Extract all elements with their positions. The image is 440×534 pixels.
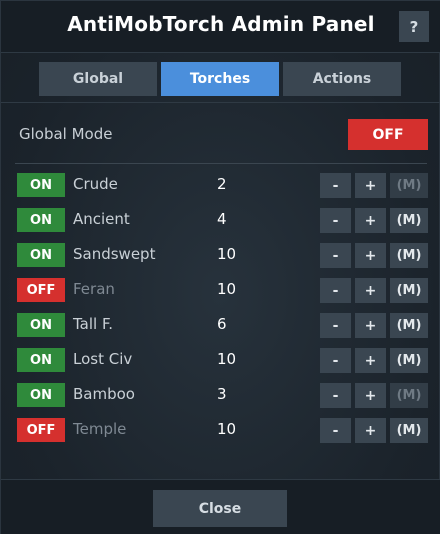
max-button[interactable]: (M) (390, 348, 428, 373)
torch-row: ON Crude 2 - + (M) (1, 169, 440, 204)
torch-name: Sandswept (73, 245, 156, 263)
torch-row: ON Lost Civ 10 - + (M) (1, 344, 440, 379)
torch-name: Feran (73, 280, 115, 298)
increment-button[interactable]: + (355, 278, 386, 303)
torch-toggle[interactable]: ON (17, 208, 65, 232)
increment-button[interactable]: + (355, 348, 386, 373)
torch-row: ON Bamboo 3 - + (M) (1, 379, 440, 414)
torch-name: Bamboo (73, 385, 135, 403)
torch-toggle[interactable]: ON (17, 173, 65, 197)
torch-count: 10 (217, 350, 237, 368)
tab-torches[interactable]: Torches (161, 62, 279, 96)
max-button[interactable]: (M) (390, 418, 428, 443)
torch-name: Temple (73, 420, 127, 438)
max-button[interactable]: (M) (390, 208, 428, 233)
decrement-button[interactable]: - (320, 243, 351, 268)
increment-button[interactable]: + (355, 173, 386, 198)
torch-toggle[interactable]: ON (17, 243, 65, 267)
torch-count: 3 (217, 385, 227, 403)
torch-count: 6 (217, 315, 227, 333)
torch-toggle[interactable]: OFF (17, 418, 65, 442)
torch-row: ON Tall F. 6 - + (M) (1, 309, 440, 344)
max-button[interactable]: (M) (390, 313, 428, 338)
tab-global[interactable]: Global (39, 62, 157, 96)
decrement-button[interactable]: - (320, 418, 351, 443)
decrement-button[interactable]: - (320, 383, 351, 408)
torch-row: ON Sandswept 10 - + (M) (1, 239, 440, 274)
help-button[interactable]: ? (399, 11, 429, 42)
torch-count: 10 (217, 245, 237, 263)
increment-button[interactable]: + (355, 208, 386, 233)
decrement-button[interactable]: - (320, 208, 351, 233)
torch-count: 2 (217, 175, 227, 193)
torch-list: ON Crude 2 - + (M) ON Ancient 4 - + (M) … (1, 169, 440, 449)
global-mode-label: Global Mode (19, 125, 113, 143)
increment-button[interactable]: + (355, 418, 386, 443)
max-button[interactable]: (M) (390, 173, 428, 198)
torch-row: OFF Temple 10 - + (M) (1, 414, 440, 449)
torch-row: ON Ancient 4 - + (M) (1, 204, 440, 239)
decrement-button[interactable]: - (320, 313, 351, 338)
decrement-button[interactable]: - (320, 173, 351, 198)
tab-actions[interactable]: Actions (283, 62, 401, 96)
torch-row: OFF Feran 10 - + (M) (1, 274, 440, 309)
torch-name: Ancient (73, 210, 130, 228)
torch-count: 4 (217, 210, 227, 228)
decrement-button[interactable]: - (320, 348, 351, 373)
increment-button[interactable]: + (355, 243, 386, 268)
torch-toggle[interactable]: ON (17, 348, 65, 372)
admin-panel: AntiMobTorch Admin Panel ? Global Torche… (0, 0, 440, 534)
torch-name: Lost Civ (73, 350, 133, 368)
section-divider (15, 163, 427, 164)
increment-button[interactable]: + (355, 383, 386, 408)
torch-name: Crude (73, 175, 118, 193)
global-mode-toggle[interactable]: OFF (348, 119, 428, 150)
max-button[interactable]: (M) (390, 383, 428, 408)
panel-header: AntiMobTorch Admin Panel ? (1, 1, 440, 53)
tabs-divider (1, 102, 440, 103)
decrement-button[interactable]: - (320, 278, 351, 303)
max-button[interactable]: (M) (390, 278, 428, 303)
torch-count: 10 (217, 420, 237, 438)
torch-count: 10 (217, 280, 237, 298)
torch-toggle[interactable]: ON (17, 383, 65, 407)
torch-toggle[interactable]: OFF (17, 278, 65, 302)
panel-title: AntiMobTorch Admin Panel (67, 12, 375, 36)
torch-name: Tall F. (73, 315, 113, 333)
increment-button[interactable]: + (355, 313, 386, 338)
tab-bar: Global Torches Actions (39, 62, 401, 96)
panel-footer: Close (1, 479, 440, 534)
close-button[interactable]: Close (153, 490, 287, 527)
torch-toggle[interactable]: ON (17, 313, 65, 337)
max-button[interactable]: (M) (390, 243, 428, 268)
